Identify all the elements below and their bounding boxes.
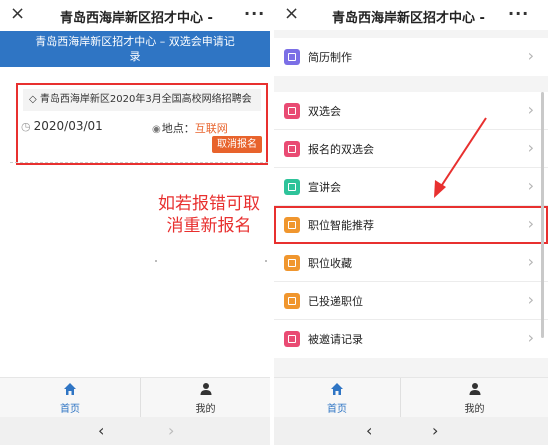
annotation-text: 如若报错可取消重新报名 [158,194,260,236]
event-location: ◉地点：互联网 [152,120,228,136]
location-icon: ◉ [152,124,161,135]
close-icon[interactable]: × [10,3,25,24]
artifact-dot [155,260,157,262]
left-screen: × 青岛西海岸新区招才中心 - ··· 青岛西海岸新区招才中心 – 双选会申请记… [0,0,270,445]
artifact-dot [265,260,267,262]
event-title[interactable]: ◇ 青岛西海岸新区2020年3月全国高校网络招聘会 [23,89,261,111]
event-location-value: 互联网 [194,122,228,135]
tab-home-label: 首页 [60,404,80,415]
left-titlebar: × 青岛西海岸新区招才中心 - ··· [0,0,270,30]
event-date-value: 2020/03/01 [33,119,103,133]
tab-mine[interactable]: 我的 [141,378,270,418]
clock-icon: ◷ [21,120,31,133]
user-icon [141,381,270,397]
browser-navbar: ‹ › [0,417,270,445]
cancel-registration-button[interactable]: 取消报名 [212,136,262,153]
home-icon [0,381,140,397]
right-screen: × 青岛西海岸新区招才中心 - ··· 简历制作 › 双选会 › 报名的双选会 › 宣讲会… [274,0,548,445]
page-header-banner: 青岛西海岸新区招才中心 – 双选会申请记录 [0,31,270,67]
annotation-arrow [434,117,487,198]
bottom-tabbar: 首页 我的 [0,377,270,418]
event-date: ◷ 2020/03/01 [21,119,103,133]
more-icon[interactable]: ··· [244,4,265,23]
title-fade [220,6,242,26]
tab-mine-label: 我的 [195,404,216,415]
event-card: ◇ 青岛西海岸新区2020年3月全国高校网络招聘会 ◷ 2020/03/01 ◉地… [16,83,268,165]
forward-chevron-icon[interactable]: › [168,421,174,440]
tab-home[interactable]: 首页 [0,378,140,418]
event-location-label: 地点： [161,122,195,135]
dashed-divider [10,162,268,163]
back-chevron-icon[interactable]: ‹ [98,421,104,440]
window-title: 青岛西海岸新区招才中心 - [60,11,213,26]
